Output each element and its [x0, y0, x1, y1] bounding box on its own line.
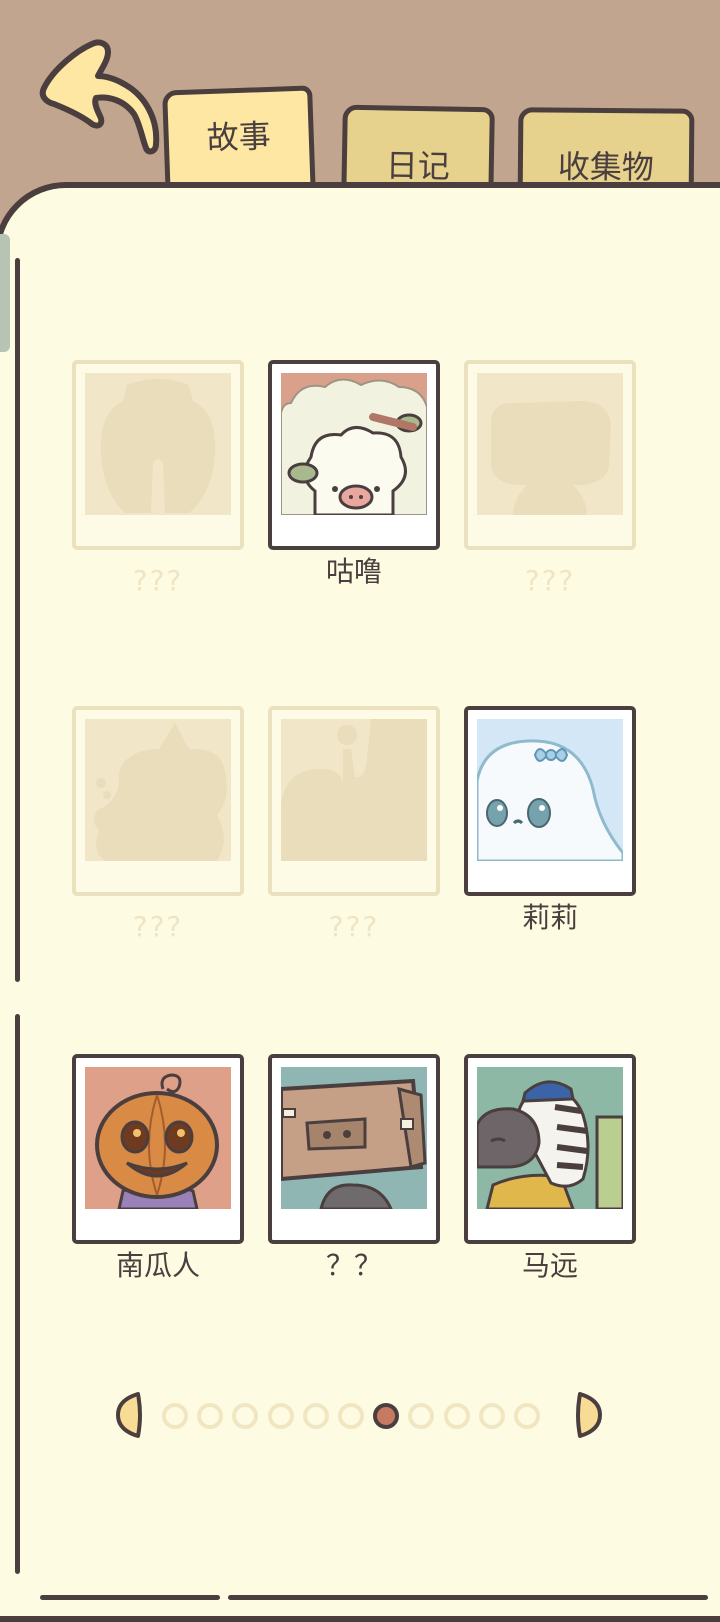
- back-button[interactable]: [36, 38, 160, 156]
- character-name: 南瓜人: [115, 1249, 200, 1282]
- character-portrait-guru: [281, 373, 427, 515]
- character-portrait-unknown: [281, 1067, 427, 1209]
- page-dot-7[interactable]: [373, 1403, 400, 1429]
- character-card-guru[interactable]: [268, 360, 440, 550]
- character-name: ???: [132, 564, 184, 597]
- side-bookmark: [0, 234, 10, 352]
- page-dot-3[interactable]: [232, 1403, 259, 1429]
- character-name: ???: [524, 564, 576, 597]
- book-spine-upper: [15, 258, 20, 982]
- character-portrait-mayuan: [477, 1067, 623, 1209]
- character-name: 莉莉: [521, 901, 578, 934]
- page-edge-line: [40, 1595, 220, 1600]
- character-portrait-lili: [477, 719, 623, 861]
- page-dot-10[interactable]: [478, 1403, 505, 1429]
- page-dot-6[interactable]: [338, 1403, 364, 1429]
- page-dot-4[interactable]: [267, 1403, 294, 1429]
- page-dot-8[interactable]: [408, 1403, 435, 1429]
- pagination: [0, 1390, 720, 1446]
- character-card-4[interactable]: [72, 706, 244, 896]
- tab-story-label: 故事: [206, 116, 272, 158]
- book-spine-lower: [15, 1014, 20, 1574]
- character-silhouette: [477, 373, 623, 515]
- character-card-5[interactable]: [268, 706, 440, 896]
- page-dot-11[interactable]: [514, 1403, 540, 1429]
- page-dot-2[interactable]: [197, 1403, 224, 1429]
- tab-diary-label: 日记: [385, 146, 451, 186]
- character-portrait-pumpkin-man: [85, 1067, 231, 1209]
- character-card-unknown[interactable]: [268, 1054, 440, 1244]
- previous-page-button[interactable]: [114, 1390, 144, 1440]
- page-edge-line: [228, 1595, 708, 1600]
- next-page-button[interactable]: [574, 1390, 604, 1440]
- page-dot-1[interactable]: [162, 1403, 188, 1429]
- character-name: ???: [132, 910, 184, 943]
- character-card-pumpkin-man[interactable]: [72, 1054, 244, 1244]
- character-silhouette: [281, 719, 427, 861]
- character-card-3[interactable]: [464, 360, 636, 550]
- character-name: 马远: [521, 1249, 578, 1282]
- character-card-mayuan[interactable]: [464, 1054, 636, 1244]
- character-name: 咕噜: [325, 555, 382, 588]
- page-dot-9[interactable]: [443, 1403, 470, 1429]
- character-card-lili[interactable]: [464, 706, 636, 896]
- character-card-1[interactable]: [72, 360, 244, 550]
- character-name: ？？: [325, 1249, 382, 1282]
- character-silhouette: [85, 719, 231, 861]
- character-name: ???: [328, 910, 380, 943]
- character-silhouette: [85, 373, 231, 515]
- page-dot-5[interactable]: [302, 1403, 329, 1429]
